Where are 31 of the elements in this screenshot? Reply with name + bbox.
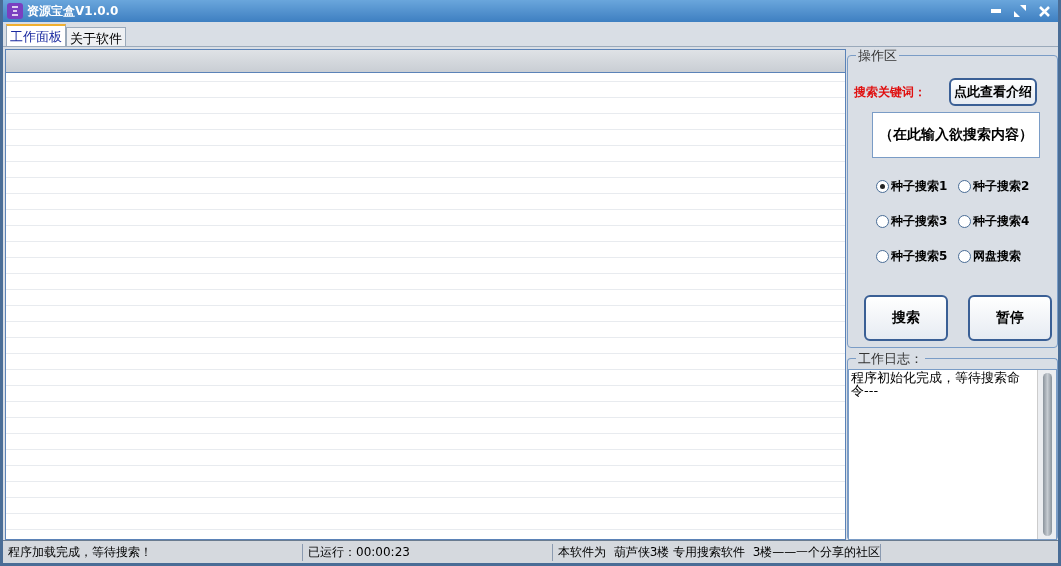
radio-icon[interactable] [876, 180, 889, 193]
intro-button[interactable]: 点此查看介绍 [949, 78, 1037, 106]
radio-icon[interactable] [876, 215, 889, 228]
scrollbar-thumb[interactable] [1042, 373, 1052, 536]
radio-option[interactable]: 网盘搜索 [958, 248, 1040, 265]
window-title: 资源宝盒V1.0.0 [27, 2, 120, 20]
radio-option[interactable]: 种子搜索2 [958, 178, 1040, 195]
close-icon[interactable] [1038, 5, 1050, 17]
group-title: 工作日志： [856, 350, 925, 368]
radio-option[interactable]: 种子搜索1 [876, 178, 958, 195]
action-button[interactable]: 暂停 [968, 295, 1052, 341]
radio-icon[interactable] [876, 250, 889, 263]
status-text: 本软件为 葫芦侠3楼 专用搜索软件 3楼——一个分享的社区 [553, 543, 882, 561]
radio-icon[interactable] [958, 250, 971, 263]
radio-icon[interactable] [958, 215, 971, 228]
tab[interactable]: 工作面板 [6, 24, 66, 46]
radio-icon[interactable] [958, 180, 971, 193]
app-icon [7, 3, 23, 19]
radio-option[interactable]: 种子搜索3 [876, 213, 958, 230]
action-button[interactable]: 搜索 [864, 295, 948, 341]
group-title: 操作区 [856, 47, 899, 65]
status-text: 已运行：00:00:23 [303, 543, 553, 561]
scrollbar[interactable] [1037, 370, 1056, 539]
keyword-label: 搜索关键词： [854, 83, 926, 101]
search-field[interactable]: （在此输入欲搜索内容） [872, 112, 1040, 158]
status-text: 程序加载完成，等待搜索！ [3, 543, 303, 561]
tab[interactable]: 关于软件 [66, 27, 126, 46]
maximize-icon[interactable] [1014, 5, 1026, 17]
radio-option[interactable]: 种子搜索5 [876, 248, 958, 265]
radio-option[interactable]: 种子搜索4 [958, 213, 1040, 230]
log-text: 程序初始化完成，等待搜索命令--- [850, 370, 1021, 400]
